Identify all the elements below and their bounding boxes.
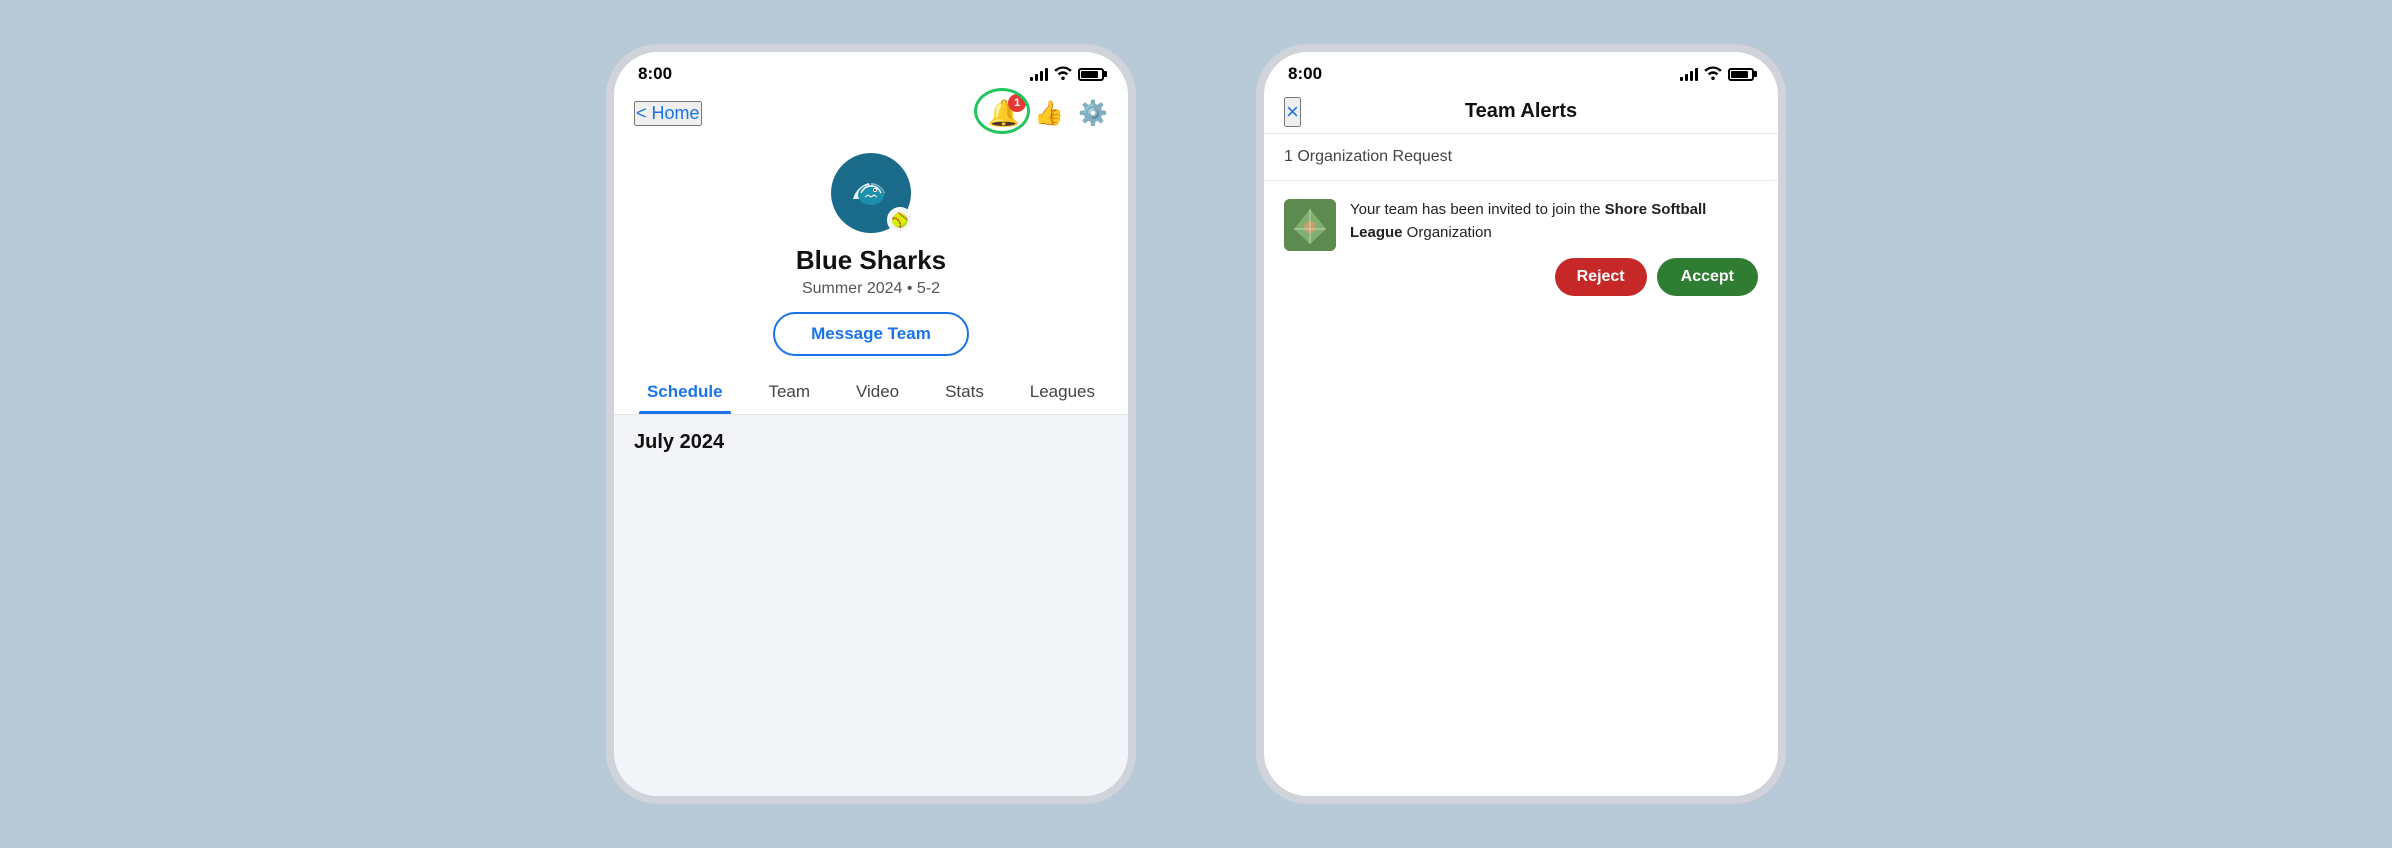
alerts-title: Team Alerts	[1284, 100, 1758, 123]
tab-stats[interactable]: Stats	[937, 368, 992, 414]
nav-right-icons: 🔔 1 👍 ⚙️	[988, 98, 1108, 129]
wifi-icon-2	[1704, 66, 1722, 83]
battery-icon-2	[1728, 68, 1754, 81]
status-bar-2: 8:00	[1264, 52, 1778, 90]
status-time-2: 8:00	[1288, 64, 1322, 84]
status-icons-1	[1030, 66, 1104, 83]
phone-2: 8:00 × Team Alerts	[1256, 44, 1786, 804]
alerts-nav-bar: × Team Alerts	[1264, 90, 1778, 133]
team-name: Blue Sharks	[796, 245, 946, 276]
phone-1: 8:00 < Home 🔔	[606, 44, 1136, 804]
status-icons-2	[1680, 66, 1754, 83]
org-message: Your team has been invited to join the S…	[1350, 199, 1758, 244]
notification-badge: 1	[1008, 94, 1026, 112]
status-bar-1: 8:00	[614, 52, 1128, 90]
back-button[interactable]: < Home	[634, 101, 702, 126]
message-team-button[interactable]: Message Team	[773, 312, 969, 356]
accept-button[interactable]: Accept	[1657, 258, 1758, 296]
tab-video[interactable]: Video	[848, 368, 907, 414]
status-time-1: 8:00	[638, 64, 672, 84]
schedule-content: July 2024	[614, 415, 1128, 796]
tab-leagues[interactable]: Leagues	[1022, 368, 1103, 414]
tabs-bar: Schedule Team Video Stats Leagues	[614, 368, 1128, 415]
org-content: Your team has been invited to join the S…	[1350, 199, 1758, 296]
battery-icon-1	[1078, 68, 1104, 81]
notification-button[interactable]: 🔔 1	[988, 98, 1020, 129]
org-thumbnail	[1284, 199, 1336, 251]
signal-icon-2	[1680, 67, 1698, 81]
gear-icon[interactable]: ⚙️	[1078, 99, 1108, 128]
phone-1-screen: 8:00 < Home 🔔	[614, 52, 1128, 796]
team-profile: 🥎 Blue Sharks Summer 2024 • 5-2 Message …	[614, 137, 1128, 368]
thumbs-up-icon[interactable]: 👍	[1034, 99, 1064, 128]
wifi-icon-1	[1054, 66, 1072, 83]
team-meta: Summer 2024 • 5-2	[802, 280, 940, 298]
org-request-header: 1 Organization Request	[1264, 134, 1778, 181]
org-request-item: Your team has been invited to join the S…	[1264, 181, 1778, 314]
team-avatar: 🥎	[831, 153, 911, 233]
tab-team[interactable]: Team	[760, 368, 818, 414]
phone-2-screen: 8:00 × Team Alerts	[1264, 52, 1778, 796]
alerts-empty-space	[1264, 314, 1778, 796]
close-button[interactable]: ×	[1284, 97, 1301, 127]
action-buttons: Reject Accept	[1350, 258, 1758, 296]
schedule-month: July 2024	[634, 431, 1108, 454]
reject-button[interactable]: Reject	[1555, 258, 1647, 296]
tab-schedule[interactable]: Schedule	[639, 368, 731, 414]
signal-icon-1	[1030, 67, 1048, 81]
org-image	[1284, 199, 1336, 251]
sport-badge: 🥎	[887, 207, 913, 233]
nav-bar-1: < Home 🔔 1 👍 ⚙️	[614, 90, 1128, 137]
